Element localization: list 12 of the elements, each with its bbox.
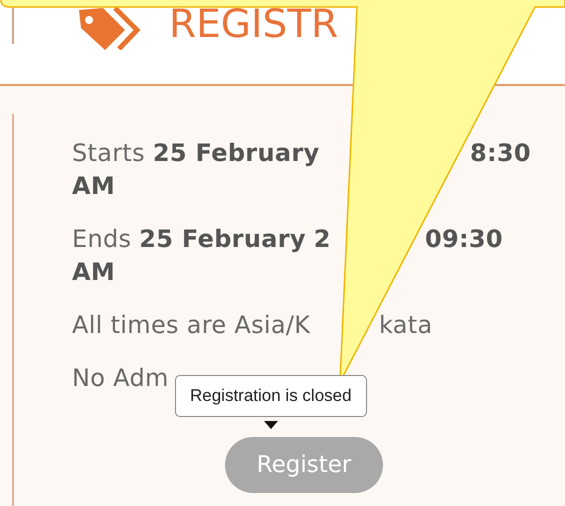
- tooltip-pointer-icon: [264, 421, 278, 429]
- detail-text: 09:30: [425, 224, 503, 255]
- page-heading: REGISTR: [169, 2, 338, 48]
- detail-text: AM: [72, 171, 116, 202]
- detail-text: 8:30: [470, 138, 531, 169]
- detail-text: No Adm: [72, 363, 169, 394]
- detail-text: Starts 25 February: [72, 138, 320, 169]
- tooltip: Registration is closed: [175, 375, 367, 417]
- detail-text: AM: [72, 257, 116, 288]
- detail-text: Ends 25 February 2: [72, 224, 331, 255]
- detail-text: kata: [379, 310, 433, 341]
- detail-text: All times are Asia/K: [72, 310, 310, 341]
